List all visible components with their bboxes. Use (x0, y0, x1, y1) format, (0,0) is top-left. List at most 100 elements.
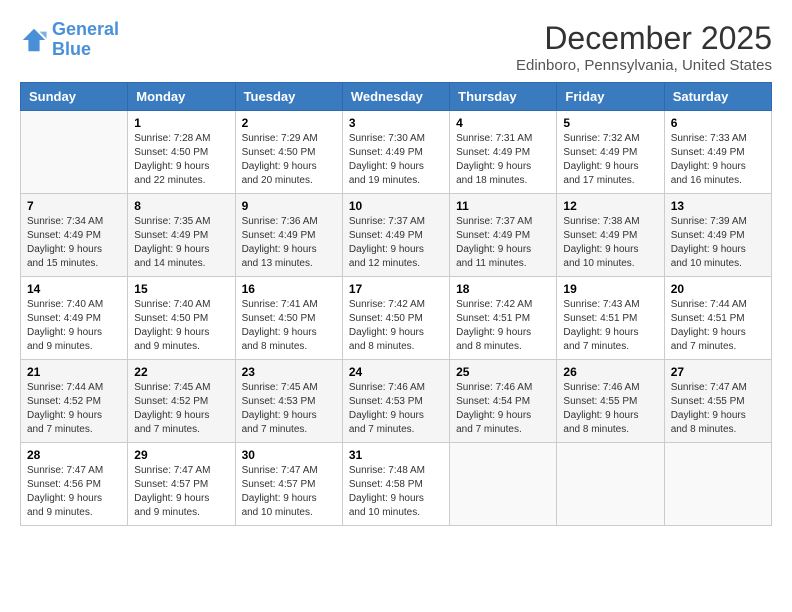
page-header: General Blue December 2025 Edinboro, Pen… (20, 20, 772, 74)
day-number: 17 (349, 282, 443, 296)
day-detail: Sunrise: 7:47 AMSunset: 4:57 PMDaylight:… (134, 464, 228, 520)
header-monday: Monday (128, 83, 235, 111)
day-number: 6 (671, 116, 765, 130)
calendar-week-1: 1 Sunrise: 7:28 AMSunset: 4:50 PMDaylight… (21, 111, 772, 194)
logo-icon (20, 26, 48, 54)
calendar-header-row: SundayMondayTuesdayWednesdayThursdayFrid… (21, 83, 772, 111)
header-saturday: Saturday (664, 83, 771, 111)
day-detail: Sunrise: 7:42 AMSunset: 4:50 PMDaylight:… (349, 298, 443, 354)
day-number: 22 (134, 365, 228, 379)
day-number: 10 (349, 199, 443, 213)
day-detail: Sunrise: 7:38 AMSunset: 4:49 PMDaylight:… (563, 215, 657, 271)
day-number: 25 (456, 365, 550, 379)
calendar-cell (664, 443, 771, 526)
title-block: December 2025 Edinboro, Pennsylvania, Un… (516, 20, 772, 74)
calendar-week-4: 21 Sunrise: 7:44 AMSunset: 4:52 PMDayligh… (21, 360, 772, 443)
day-detail: Sunrise: 7:40 AMSunset: 4:49 PMDaylight:… (27, 298, 121, 354)
calendar-cell: 15 Sunrise: 7:40 AMSunset: 4:50 PMDayligh… (128, 277, 235, 360)
day-number: 16 (242, 282, 336, 296)
calendar-week-5: 28Sunrise: 7:47 AMSunset: 4:56 PMDayligh… (21, 443, 772, 526)
day-number: 28 (27, 448, 121, 462)
day-detail: Sunrise: 7:34 AMSunset: 4:49 PMDaylight:… (27, 215, 121, 271)
calendar-cell (450, 443, 557, 526)
day-detail: Sunrise: 7:39 AMSunset: 4:49 PMDaylight:… (671, 215, 765, 271)
day-detail: Sunrise: 7:36 AMSunset: 4:49 PMDaylight:… (242, 215, 336, 271)
day-detail: Sunrise: 7:44 AMSunset: 4:52 PMDaylight:… (27, 381, 121, 437)
day-number: 2 (242, 116, 336, 130)
calendar-cell: 29Sunrise: 7:47 AMSunset: 4:57 PMDayligh… (128, 443, 235, 526)
calendar-cell: 4 Sunrise: 7:31 AMSunset: 4:49 PMDaylight… (450, 111, 557, 194)
day-number: 4 (456, 116, 550, 130)
calendar-cell: 1 Sunrise: 7:28 AMSunset: 4:50 PMDaylight… (128, 111, 235, 194)
calendar-cell: 6 Sunrise: 7:33 AMSunset: 4:49 PMDaylight… (664, 111, 771, 194)
header-wednesday: Wednesday (342, 83, 449, 111)
day-detail: Sunrise: 7:30 AMSunset: 4:49 PMDaylight:… (349, 132, 443, 188)
calendar-cell: 30 Sunrise: 7:47 AMSunset: 4:57 PMDayligh… (235, 443, 342, 526)
day-detail: Sunrise: 7:29 AMSunset: 4:50 PMDaylight:… (242, 132, 336, 188)
calendar-cell: 12 Sunrise: 7:38 AMSunset: 4:49 PMDayligh… (557, 194, 664, 277)
day-detail: Sunrise: 7:31 AMSunset: 4:49 PMDaylight:… (456, 132, 550, 188)
day-number: 7 (27, 199, 121, 213)
logo-blue: Blue (52, 39, 91, 59)
calendar-cell: 3 Sunrise: 7:30 AMSunset: 4:49 PMDaylight… (342, 111, 449, 194)
calendar-week-3: 14Sunrise: 7:40 AMSunset: 4:49 PMDayligh… (21, 277, 772, 360)
day-number: 21 (27, 365, 121, 379)
day-detail: Sunrise: 7:42 AMSunset: 4:51 PMDaylight:… (456, 298, 550, 354)
header-sunday: Sunday (21, 83, 128, 111)
day-number: 31 (349, 448, 443, 462)
calendar-cell: 18Sunrise: 7:42 AMSunset: 4:51 PMDayligh… (450, 277, 557, 360)
day-detail: Sunrise: 7:37 AMSunset: 4:49 PMDaylight:… (456, 215, 550, 271)
day-detail: Sunrise: 7:46 AMSunset: 4:54 PMDaylight:… (456, 381, 550, 437)
day-number: 19 (563, 282, 657, 296)
calendar-cell: 16 Sunrise: 7:41 AMSunset: 4:50 PMDayligh… (235, 277, 342, 360)
calendar-cell: 9 Sunrise: 7:36 AMSunset: 4:49 PMDaylight… (235, 194, 342, 277)
day-detail: Sunrise: 7:47 AMSunset: 4:55 PMDaylight:… (671, 381, 765, 437)
day-number: 3 (349, 116, 443, 130)
header-tuesday: Tuesday (235, 83, 342, 111)
calendar-cell: 24Sunrise: 7:46 AMSunset: 4:53 PMDayligh… (342, 360, 449, 443)
day-detail: Sunrise: 7:45 AMSunset: 4:53 PMDaylight:… (242, 381, 336, 437)
day-detail: Sunrise: 7:32 AMSunset: 4:49 PMDaylight:… (563, 132, 657, 188)
day-detail: Sunrise: 7:43 AMSunset: 4:51 PMDaylight:… (563, 298, 657, 354)
day-detail: Sunrise: 7:40 AMSunset: 4:50 PMDaylight:… (134, 298, 228, 354)
logo-general: General (52, 19, 119, 39)
day-number: 9 (242, 199, 336, 213)
header-friday: Friday (557, 83, 664, 111)
day-number: 26 (563, 365, 657, 379)
day-number: 8 (134, 199, 228, 213)
day-detail: Sunrise: 7:33 AMSunset: 4:49 PMDaylight:… (671, 132, 765, 188)
day-number: 27 (671, 365, 765, 379)
logo: General Blue (20, 20, 119, 60)
calendar-cell: 26 Sunrise: 7:46 AMSunset: 4:55 PMDayligh… (557, 360, 664, 443)
calendar-cell: 23 Sunrise: 7:45 AMSunset: 4:53 PMDayligh… (235, 360, 342, 443)
day-number: 15 (134, 282, 228, 296)
calendar-cell: 13Sunrise: 7:39 AMSunset: 4:49 PMDayligh… (664, 194, 771, 277)
calendar-cell: 17 Sunrise: 7:42 AMSunset: 4:50 PMDayligh… (342, 277, 449, 360)
calendar-cell: 11Sunrise: 7:37 AMSunset: 4:49 PMDayligh… (450, 194, 557, 277)
day-number: 5 (563, 116, 657, 130)
day-number: 23 (242, 365, 336, 379)
day-detail: Sunrise: 7:48 AMSunset: 4:58 PMDaylight:… (349, 464, 443, 520)
day-number: 12 (563, 199, 657, 213)
day-detail: Sunrise: 7:41 AMSunset: 4:50 PMDaylight:… (242, 298, 336, 354)
day-number: 24 (349, 365, 443, 379)
day-number: 1 (134, 116, 228, 130)
logo-text: General Blue (52, 20, 119, 60)
day-detail: Sunrise: 7:35 AMSunset: 4:49 PMDaylight:… (134, 215, 228, 271)
day-detail: Sunrise: 7:28 AMSunset: 4:50 PMDaylight:… (134, 132, 228, 188)
calendar-cell (557, 443, 664, 526)
calendar-table: SundayMondayTuesdayWednesdayThursdayFrid… (20, 82, 772, 526)
day-detail: Sunrise: 7:46 AMSunset: 4:55 PMDaylight:… (563, 381, 657, 437)
calendar-cell: 7 Sunrise: 7:34 AMSunset: 4:49 PMDaylight… (21, 194, 128, 277)
page-title: December 2025 (516, 20, 772, 57)
day-detail: Sunrise: 7:44 AMSunset: 4:51 PMDaylight:… (671, 298, 765, 354)
calendar-cell: 20 Sunrise: 7:44 AMSunset: 4:51 PMDayligh… (664, 277, 771, 360)
day-number: 30 (242, 448, 336, 462)
day-detail: Sunrise: 7:45 AMSunset: 4:52 PMDaylight:… (134, 381, 228, 437)
calendar-cell: 31 Sunrise: 7:48 AMSunset: 4:58 PMDayligh… (342, 443, 449, 526)
day-number: 20 (671, 282, 765, 296)
day-detail: Sunrise: 7:47 AMSunset: 4:57 PMDaylight:… (242, 464, 336, 520)
calendar-cell: 14Sunrise: 7:40 AMSunset: 4:49 PMDayligh… (21, 277, 128, 360)
calendar-cell: 28Sunrise: 7:47 AMSunset: 4:56 PMDayligh… (21, 443, 128, 526)
calendar-cell: 8 Sunrise: 7:35 AMSunset: 4:49 PMDaylight… (128, 194, 235, 277)
